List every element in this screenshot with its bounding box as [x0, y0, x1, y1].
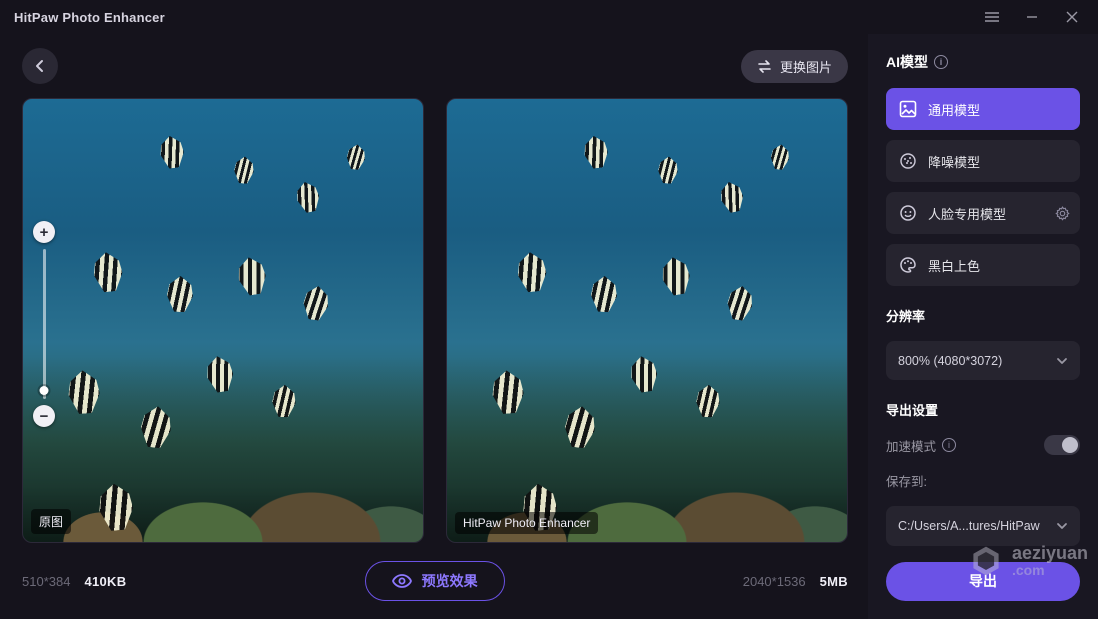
- zoom-out-button[interactable]: −: [33, 405, 55, 427]
- fish-decoration: [770, 143, 791, 170]
- minimize-icon: [1026, 11, 1038, 23]
- model-label: 黑白上色: [928, 256, 980, 275]
- zoom-slider-knob[interactable]: [40, 386, 49, 395]
- eye-icon: [392, 574, 412, 588]
- info-icon[interactable]: i: [942, 438, 956, 452]
- model-label: 降噪模型: [928, 152, 980, 171]
- fish-decoration: [233, 156, 254, 184]
- fish-decoration: [346, 143, 367, 170]
- fish-decoration: [657, 156, 678, 184]
- resolution-title: 分辨率: [886, 306, 1080, 325]
- enhanced-meta: 2040*1536 5MB: [743, 574, 848, 589]
- enhanced-panel: HitPaw Photo Enhancer: [446, 98, 848, 543]
- fish-decoration: [158, 135, 186, 170]
- minimize-button[interactable]: [1012, 1, 1052, 33]
- saveto-label: 保存到:: [886, 471, 1080, 490]
- fish-decoration: [718, 179, 746, 214]
- model-colorize[interactable]: 黑白上色: [886, 244, 1080, 286]
- chevron-down-icon: [1056, 522, 1068, 530]
- fish-decoration: [166, 276, 193, 313]
- export-label: 导出: [969, 571, 997, 591]
- main-area: 更换图片 +: [0, 34, 868, 619]
- export-button[interactable]: 导出: [886, 562, 1080, 601]
- plus-icon: +: [40, 224, 49, 241]
- fish-decoration: [659, 255, 692, 297]
- zoom-in-button[interactable]: +: [33, 221, 55, 243]
- model-label: 人脸专用模型: [928, 204, 1006, 223]
- ai-models-title: AI模型 i: [886, 52, 1080, 72]
- preview-button[interactable]: 预览效果: [365, 561, 505, 601]
- enhanced-badge: HitPaw Photo Enhancer: [455, 512, 598, 534]
- zoom-slider[interactable]: [43, 249, 46, 399]
- close-icon: [1066, 11, 1078, 23]
- resolution-value: 800% (4080*3072): [898, 354, 1002, 368]
- original-meta: 510*384 410KB: [22, 574, 126, 589]
- original-resolution: 510*384: [22, 574, 70, 589]
- fish-decoration: [294, 179, 322, 214]
- chevron-left-icon: [33, 59, 47, 73]
- enhanced-resolution: 2040*1536: [743, 574, 806, 589]
- side-panel: AI模型 i 通用模型 降噪模型 人脸专用模型: [868, 34, 1098, 619]
- denoise-icon: [898, 151, 918, 171]
- minus-icon: −: [40, 408, 49, 425]
- fish-decoration: [725, 284, 754, 321]
- title-bar: HitPaw Photo Enhancer: [0, 0, 1098, 34]
- palette-icon: [898, 255, 918, 275]
- fish-decoration: [590, 276, 617, 313]
- accel-row: 加速模式 i: [886, 435, 1080, 455]
- window-controls: [972, 1, 1092, 33]
- enhanced-filesize: 5MB: [820, 574, 848, 589]
- fish-decoration: [92, 251, 125, 293]
- original-badge: 原图: [31, 509, 71, 534]
- swap-label: 更换图片: [780, 57, 832, 76]
- resolution-select[interactable]: 800% (4080*3072): [886, 341, 1080, 380]
- chevron-down-icon: [1056, 357, 1068, 365]
- saveto-value: C:/Users/A...tures/HitPaw: [898, 519, 1040, 533]
- model-list: 通用模型 降噪模型 人脸专用模型 黑: [886, 88, 1080, 286]
- model-face[interactable]: 人脸专用模型: [886, 192, 1080, 234]
- preview-label: 预览效果: [422, 571, 478, 591]
- accel-label: 加速模式 i: [886, 436, 956, 455]
- face-icon: [898, 203, 918, 223]
- hamburger-icon: [985, 12, 999, 22]
- app-title: HitPaw Photo Enhancer: [14, 10, 165, 25]
- model-denoise[interactable]: 降噪模型: [886, 140, 1080, 182]
- model-label: 通用模型: [928, 100, 980, 119]
- saveto-select[interactable]: C:/Users/A...tures/HitPaw: [886, 506, 1080, 545]
- fish-decoration: [235, 255, 268, 297]
- swap-icon: [757, 60, 772, 73]
- model-general[interactable]: 通用模型: [886, 88, 1080, 130]
- back-button[interactable]: [22, 48, 58, 84]
- image-icon: [898, 99, 918, 119]
- accel-toggle[interactable]: [1044, 435, 1080, 455]
- original-filesize: 410KB: [84, 574, 126, 589]
- zoom-control: + −: [33, 221, 55, 427]
- info-icon[interactable]: i: [934, 55, 948, 69]
- close-button[interactable]: [1052, 1, 1092, 33]
- menu-button[interactable]: [972, 1, 1012, 33]
- gear-icon[interactable]: [1055, 206, 1070, 221]
- original-panel: + − 原图: [22, 98, 424, 543]
- fish-decoration: [582, 135, 610, 170]
- export-settings-title: 导出设置: [886, 400, 1080, 419]
- fish-decoration: [516, 251, 549, 293]
- fish-decoration: [301, 284, 330, 321]
- toggle-knob: [1062, 437, 1078, 453]
- swap-image-button[interactable]: 更换图片: [741, 50, 848, 83]
